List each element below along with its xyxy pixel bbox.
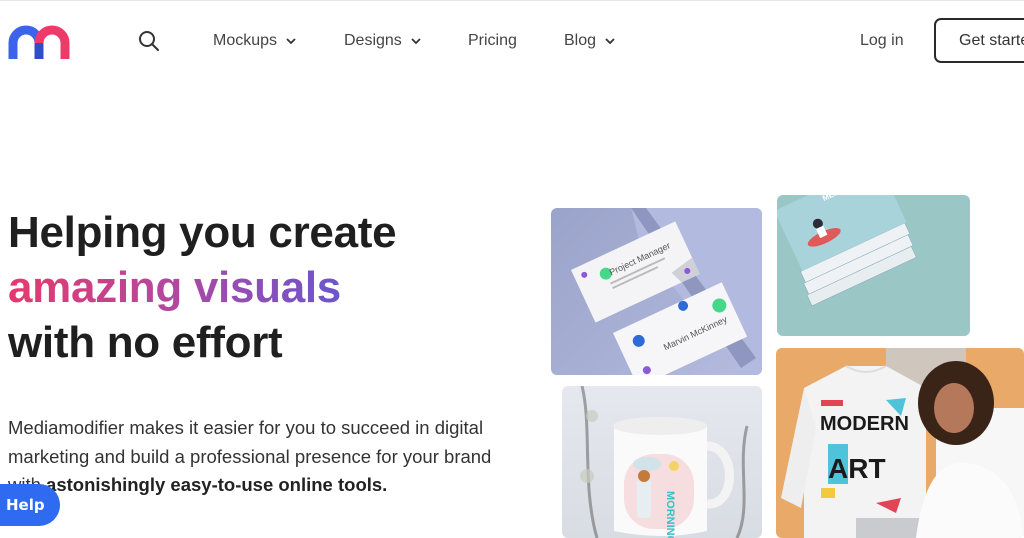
logo-icon bbox=[8, 25, 70, 59]
shirt-text-art: ART bbox=[828, 453, 886, 484]
mug-mockup-image: MORNING bbox=[580, 386, 749, 538]
book-mockup-image: MEDITATION bbox=[777, 195, 917, 307]
search-icon bbox=[139, 31, 159, 51]
sweatshirt-mockup-tile[interactable]: MODERN ART bbox=[776, 348, 1024, 538]
nav-mockups-label: Mockups bbox=[213, 32, 278, 49]
hero-description: Mediamodifier makes it easier for you to… bbox=[8, 414, 528, 500]
mug-text: MORNING bbox=[664, 491, 676, 538]
nav-blog-label: Blog bbox=[564, 32, 597, 49]
top-border bbox=[0, 0, 1024, 1]
chevron-down-icon bbox=[286, 38, 296, 45]
hero-title-line-1: Helping you create bbox=[8, 208, 397, 257]
business-card-mockup-tile[interactable]: Project Manager Marvin McKinney bbox=[551, 208, 762, 375]
nav-designs-label: Designs bbox=[344, 32, 402, 49]
mug-mockup-tile[interactable]: MORNING bbox=[562, 386, 762, 538]
mediamodifier-logo[interactable] bbox=[8, 23, 74, 59]
nav-mockups[interactable]: Mockups bbox=[213, 30, 297, 52]
hero-title-highlight: amazing visuals bbox=[8, 263, 341, 312]
login-link[interactable]: Log in bbox=[860, 30, 904, 52]
shirt-text-modern: MODERN bbox=[820, 413, 909, 435]
chevron-down-icon bbox=[605, 38, 615, 45]
hero-title: Helping you create amazing visuals with … bbox=[8, 205, 397, 370]
nav-blog[interactable]: Blog bbox=[564, 30, 616, 52]
nav-designs[interactable]: Designs bbox=[344, 30, 422, 52]
nav-pricing[interactable]: Pricing bbox=[468, 30, 517, 52]
book-mockup-tile[interactable]: MEDITATION bbox=[777, 195, 970, 336]
sweatshirt-mockup-image: MODERN ART bbox=[781, 348, 1024, 538]
hero-description-bold: astonishingly easy-to-use online tools. bbox=[46, 474, 388, 495]
search-button[interactable] bbox=[138, 30, 160, 52]
chevron-down-icon bbox=[411, 38, 421, 45]
hero-title-line-3: with no effort bbox=[8, 318, 283, 367]
get-started-button[interactable]: Get started bbox=[934, 18, 1024, 63]
nav-pricing-label: Pricing bbox=[468, 32, 517, 49]
business-card-mockup-image: Project Manager Marvin McKinney bbox=[571, 208, 762, 375]
help-button[interactable]: Help bbox=[0, 484, 60, 526]
